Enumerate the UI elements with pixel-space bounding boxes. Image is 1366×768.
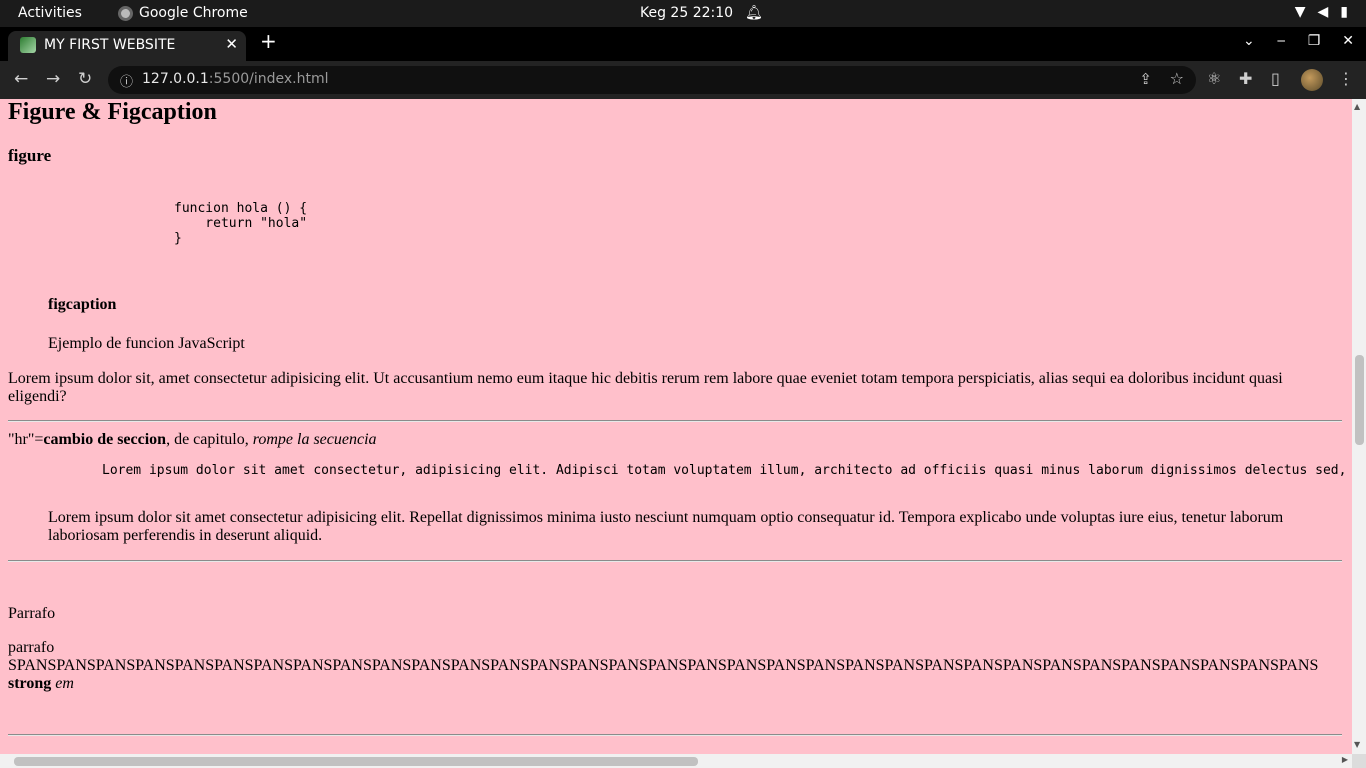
strong-text: strong <box>8 675 52 692</box>
forward-icon[interactable]: → <box>46 69 60 89</box>
horizontal-rule <box>8 420 1342 422</box>
url-host: 127.0.0.1 <box>142 71 209 87</box>
strong-em-line: strong em <box>8 675 74 693</box>
profile-avatar[interactable] <box>1301 69 1323 91</box>
activities-button[interactable]: Activities <box>18 5 82 21</box>
address-bar[interactable]: ⓘ 127.0.0.1:5500/index.html ⇪ ☆ <box>108 66 1196 94</box>
em-text: em <box>55 675 74 692</box>
page-title: Figure & Figcaption <box>8 99 217 125</box>
figcaption: Ejemplo de funcion JavaScript <box>48 335 245 352</box>
extensions-icon[interactable]: ✚ <box>1239 69 1252 88</box>
code-line: return "hola" <box>174 216 308 231</box>
side-panel-icon[interactable]: ▯ <box>1271 69 1280 88</box>
close-window-icon[interactable]: ✕ <box>1342 33 1354 49</box>
share-icon[interactable]: ⇪ <box>1139 70 1152 88</box>
hr-middle-text: , de capitulo, <box>166 431 253 448</box>
app-menu[interactable]: Google Chrome <box>118 5 248 21</box>
system-status-area[interactable]: ▼ ◀ ▮ <box>1295 4 1348 20</box>
code-line: funcion hola () { <box>174 201 308 216</box>
window-controls: ⌄ ‒ ❐ ✕ <box>1243 33 1354 49</box>
horizontal-scroll-thumb[interactable] <box>14 757 698 766</box>
blockquote: Lorem ipsum dolor sit amet consectetur a… <box>48 509 1284 544</box>
tab-search-icon[interactable]: ⌄ <box>1243 33 1255 49</box>
back-icon[interactable]: ← <box>14 69 28 89</box>
system-top-bar: Activities Google Chrome Keg 25 22:10 🔔︎… <box>0 0 1366 27</box>
minimize-icon[interactable]: ‒ <box>1277 33 1286 49</box>
code-line: } <box>174 231 182 246</box>
horizontal-rule <box>8 560 1342 562</box>
clock[interactable]: Keg 25 22:10 <box>640 5 733 21</box>
alarm-bell-icon: 🔔︎ <box>745 5 763 21</box>
horizontal-scrollbar[interactable]: ▶ <box>0 754 1352 768</box>
url-text[interactable]: 127.0.0.1:5500/index.html <box>142 71 329 87</box>
vertical-scroll-thumb[interactable] <box>1355 355 1364 445</box>
url-path: :5500/index.html <box>208 71 329 87</box>
scroll-right-icon[interactable]: ▶ <box>1342 755 1348 764</box>
figure-heading: figure <box>8 146 52 165</box>
hr-bold-text: cambio de seccion <box>43 431 167 448</box>
favicon-icon <box>20 37 36 53</box>
bookmark-star-icon[interactable]: ☆ <box>1170 69 1184 88</box>
new-tab-icon[interactable]: + <box>260 29 277 53</box>
close-tab-icon[interactable]: ✕ <box>225 35 238 53</box>
reload-icon[interactable]: ↻ <box>78 69 92 89</box>
hr-explanation: "hr"=cambio de seccion, de capitulo, rom… <box>8 431 377 449</box>
browser-toolbar: ← → ↻ ⓘ 127.0.0.1:5500/index.html ⇪ ☆ ⚛ … <box>0 61 1366 99</box>
horizontal-rule <box>8 734 1342 736</box>
hr-italic-text: rompe la secuencia <box>252 431 377 448</box>
vertical-scrollbar[interactable]: ▲ ▼ <box>1352 99 1366 754</box>
app-name: Google Chrome <box>139 5 248 21</box>
volume-icon: ◀ <box>1317 4 1329 20</box>
figcaption-heading: figcaption <box>48 296 117 313</box>
parrafo-text: parrafo <box>8 639 55 656</box>
hr-prefix: "hr"= <box>8 431 44 448</box>
span-text: SPANSPANSPANSPANSPANSPANSPANSPANSPANSPAN… <box>8 657 1319 674</box>
react-devtools-icon[interactable]: ⚛ <box>1207 69 1221 88</box>
wifi-icon: ▼ <box>1294 4 1306 20</box>
page-viewport: Figure & Figcaption figure funcion hola … <box>0 99 1366 768</box>
preformatted-lorem: Lorem ipsum dolor sit amet consectetur, … <box>102 463 1347 478</box>
scroll-down-icon[interactable]: ▼ <box>1354 740 1360 749</box>
tab-title: MY FIRST WEBSITE <box>44 37 176 53</box>
tab-my-first-website[interactable]: MY FIRST WEBSITE ✕ <box>8 31 246 61</box>
parrafo-heading: Parrafo <box>8 605 56 622</box>
restore-icon[interactable]: ❐ <box>1308 33 1321 49</box>
site-info-icon[interactable]: ⓘ <box>120 71 133 90</box>
chrome-icon <box>118 5 133 21</box>
scrollbar-corner <box>1352 754 1366 768</box>
scroll-up-icon[interactable]: ▲ <box>1354 102 1360 111</box>
tab-strip: MY FIRST WEBSITE ✕ <box>0 27 1366 61</box>
paragraph-lorem: Lorem ipsum dolor sit, amet consectetur … <box>8 370 1283 405</box>
battery-icon: ▮ <box>1340 4 1348 20</box>
menu-kebab-icon[interactable]: ⋮ <box>1338 69 1354 88</box>
